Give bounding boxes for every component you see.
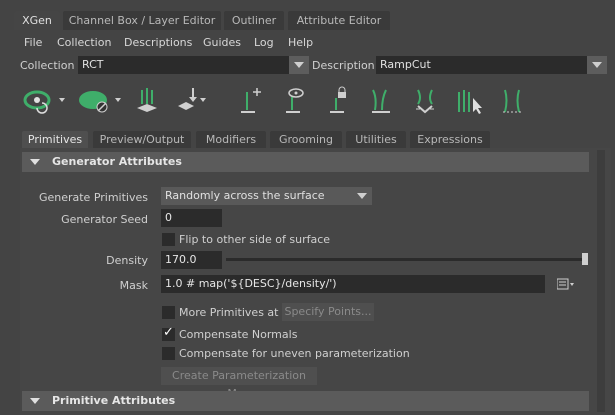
collection-dropdown[interactable]: RCT	[78, 56, 290, 74]
create-parameterization-map-button[interactable]: Create Parameterization Map	[161, 367, 317, 400]
menu-collection[interactable]: Collection	[57, 36, 111, 50]
tab-utilities[interactable]: Utilities	[346, 131, 406, 148]
more-primitives-checkbox[interactable]	[162, 306, 175, 319]
expression-editor-icon[interactable]	[556, 278, 575, 290]
density-field[interactable]: 170.0	[161, 251, 222, 269]
generator-seed-field[interactable]: 0	[161, 209, 222, 227]
compensate-normals-checkbox[interactable]	[162, 325, 175, 341]
menu-descriptions[interactable]: Descriptions	[124, 36, 192, 50]
tab-grooming[interactable]: Grooming	[270, 131, 342, 148]
compensate-uneven-checkbox[interactable]	[162, 347, 175, 360]
tab-attribute-editor[interactable]: Attribute Editor	[288, 11, 390, 30]
menu-file[interactable]: File	[24, 36, 42, 50]
menu-guides[interactable]: Guides	[203, 36, 241, 50]
lock-guide-icon[interactable]	[326, 86, 352, 116]
guide-cv-icon[interactable]	[500, 86, 526, 116]
show-guide-icon[interactable]	[282, 86, 308, 116]
primitive-attributes-header[interactable]: Primitive Attributes	[22, 391, 589, 411]
tab-channel-box[interactable]: Channel Box / Layer Editor	[63, 11, 221, 30]
collection-label: Collection	[20, 59, 75, 72]
chevron-down-icon	[357, 193, 367, 199]
guides-icon[interactable]	[134, 86, 160, 116]
collapse-triangle-icon	[30, 398, 40, 404]
generate-primitives-dropdown[interactable]: Randomly across the surface	[161, 187, 353, 205]
tab-modifiers[interactable]: Modifiers	[196, 131, 266, 148]
select-guides-icon[interactable]	[455, 86, 487, 116]
sculpt-guides-icon[interactable]	[412, 86, 442, 116]
generate-primitives-label: Generate Primitives	[38, 191, 148, 204]
chevron-down-icon	[592, 62, 602, 68]
chevron-down-icon	[294, 62, 304, 68]
place-guides-icon[interactable]	[176, 86, 212, 116]
density-label: Density	[106, 254, 148, 267]
density-slider-handle[interactable]	[582, 253, 588, 265]
density-slider-track[interactable]	[226, 258, 586, 261]
collapse-triangle-icon	[30, 159, 40, 165]
guide-curves-icon[interactable]	[369, 86, 395, 116]
menu-help[interactable]: Help	[288, 36, 313, 50]
tab-expressions[interactable]: Expressions	[410, 131, 490, 148]
description-label: Description	[312, 59, 375, 72]
specify-points-button[interactable]: Specify Points...	[282, 303, 374, 321]
flip-checkbox[interactable]	[162, 233, 175, 246]
mask-expression-field[interactable]: 1.0 # map('${DESC}/density/')	[161, 275, 545, 293]
description-dropdown-button[interactable]	[587, 56, 607, 74]
visibility-eye-icon[interactable]	[22, 86, 70, 116]
flip-label: Flip to other side of surface	[179, 233, 331, 246]
section-title: Primitive Attributes	[52, 394, 176, 407]
tab-outliner[interactable]: Outliner	[224, 11, 284, 30]
preview-ellipse-icon[interactable]	[76, 86, 126, 116]
compensate-normals-label: Compensate Normals	[179, 328, 298, 341]
menu-log[interactable]: Log	[254, 36, 274, 50]
generate-primitives-dropdown-button[interactable]	[352, 187, 372, 205]
scrollbar[interactable]	[597, 150, 605, 412]
tab-preview-output[interactable]: Preview/Output	[93, 131, 191, 148]
generator-attributes-header[interactable]: Generator Attributes	[22, 152, 589, 172]
generator-seed-label: Generator Seed	[61, 213, 148, 226]
more-primitives-label: More Primitives at	[179, 306, 279, 319]
collection-dropdown-button[interactable]	[289, 56, 309, 74]
mask-label: Mask	[119, 279, 148, 292]
tab-xgen[interactable]: XGen	[14, 11, 60, 30]
tab-primitives[interactable]: Primitives	[22, 131, 88, 148]
add-guide-icon[interactable]	[237, 86, 263, 116]
compensate-uneven-label: Compensate for uneven parameterization	[179, 347, 410, 360]
description-dropdown[interactable]: RampCut	[376, 56, 588, 74]
section-title: Generator Attributes	[52, 155, 182, 168]
